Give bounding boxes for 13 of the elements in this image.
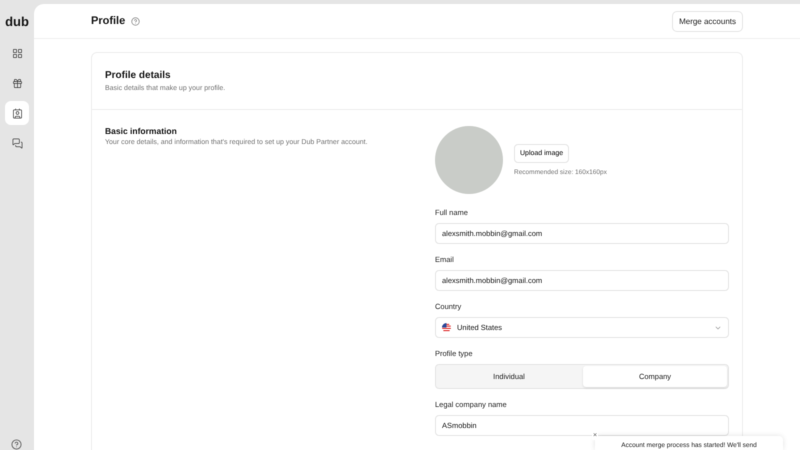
grid-icon xyxy=(12,48,22,58)
merge-accounts-button[interactable]: Merge accounts xyxy=(672,10,743,32)
section-title: Basic information xyxy=(105,126,178,136)
chat-icon xyxy=(12,138,22,148)
contact-card-icon xyxy=(12,108,22,118)
gift-icon xyxy=(12,78,22,88)
nav-item[interactable] xyxy=(5,101,29,125)
flag-icon xyxy=(442,323,451,332)
help-icon[interactable] xyxy=(131,16,140,26)
card-title: Profile details xyxy=(105,70,172,81)
page-title: Profile xyxy=(91,15,126,27)
logo[interactable]: dub xyxy=(5,14,29,29)
help-icon[interactable] xyxy=(11,439,22,450)
